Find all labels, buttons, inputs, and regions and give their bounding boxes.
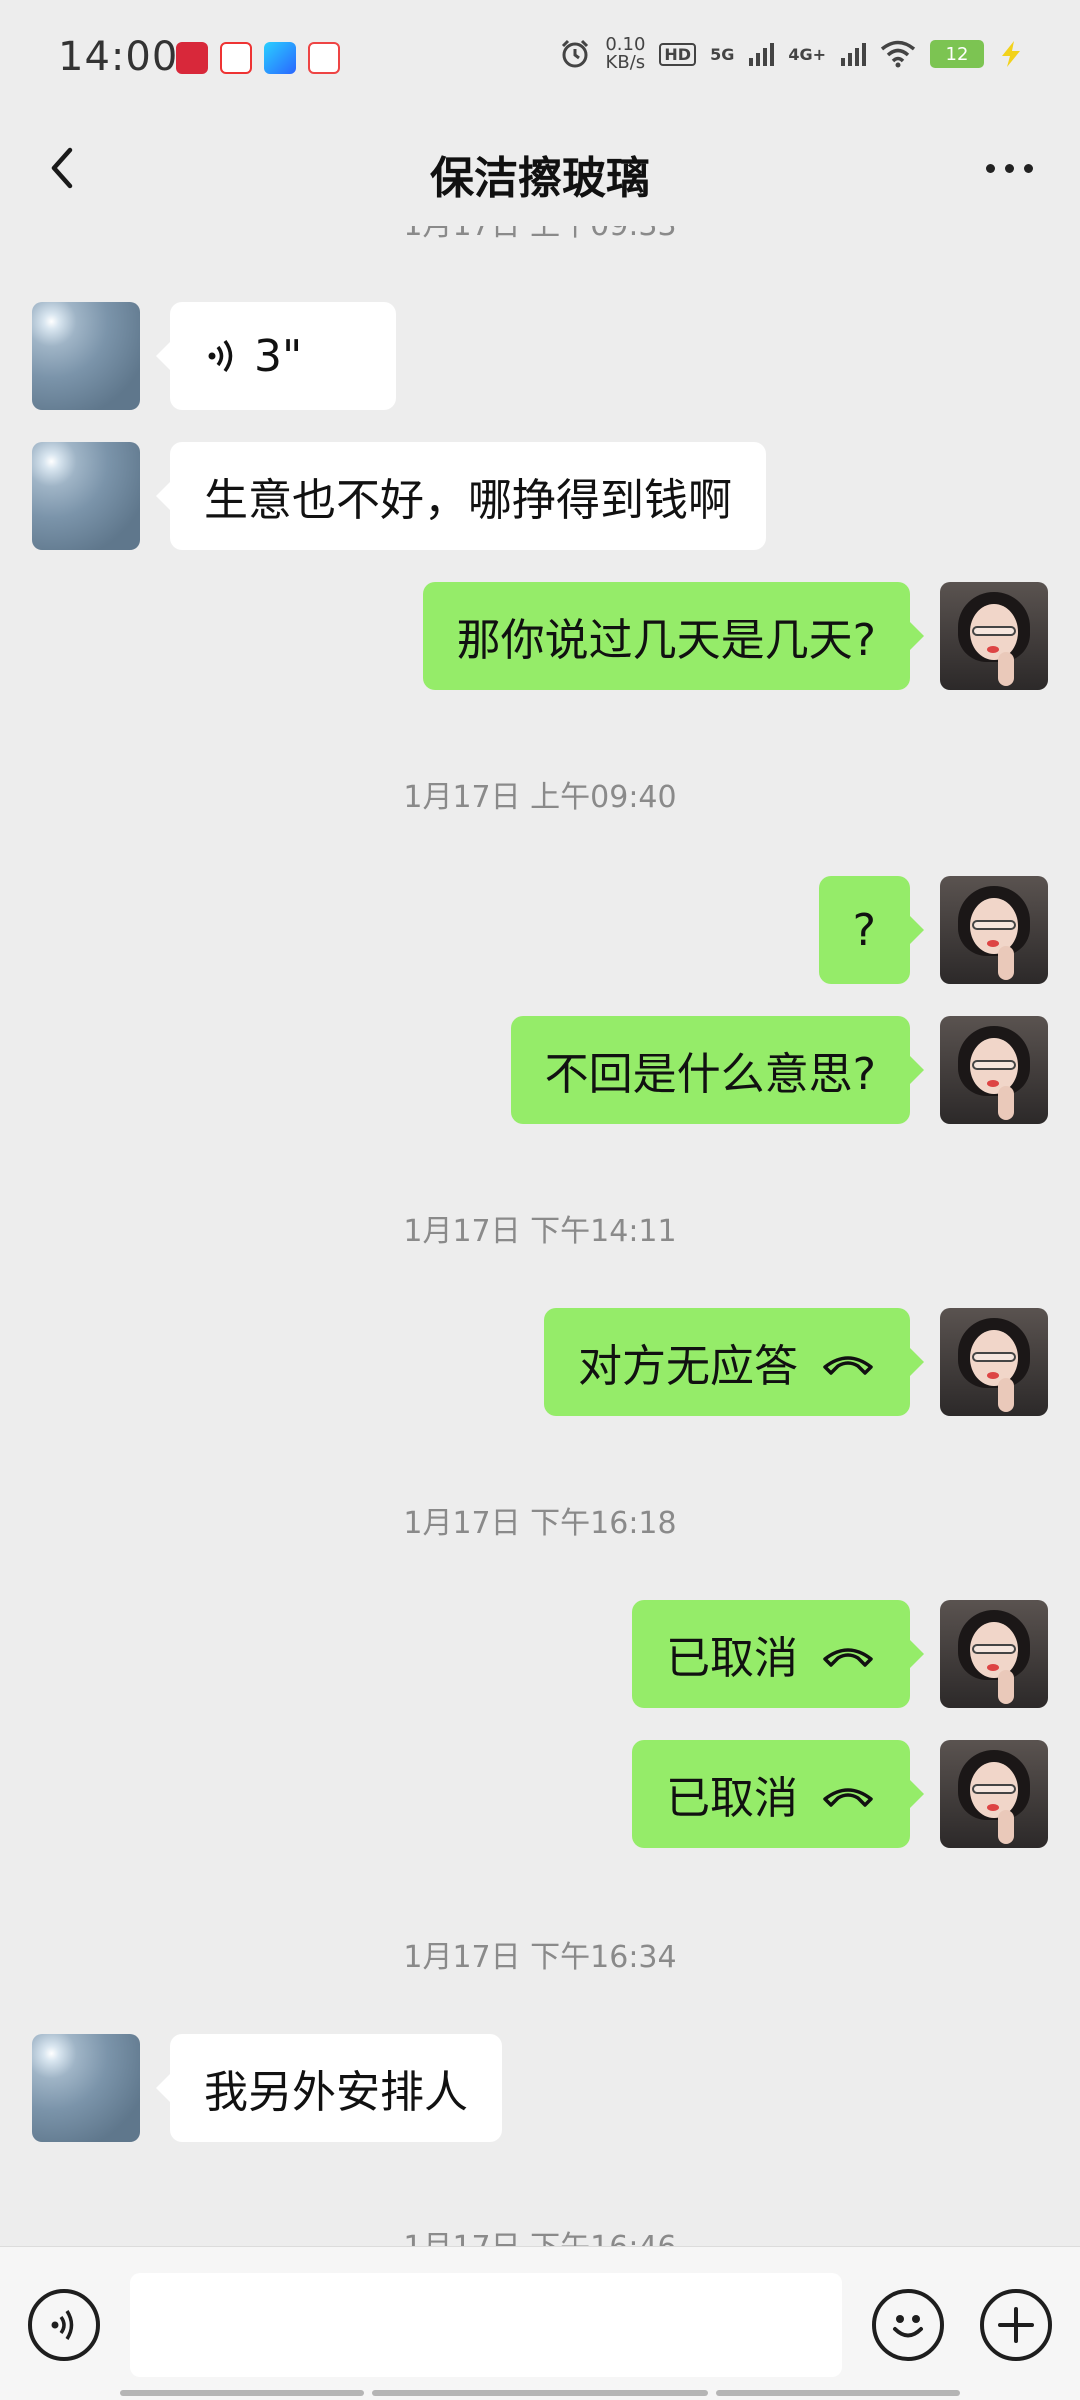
more-options-button[interactable] [974, 148, 1044, 188]
plus-icon [998, 2307, 1034, 2343]
baidu-notification-icon [220, 42, 252, 74]
more-actions-button[interactable] [980, 2289, 1052, 2361]
message-timestamp: 1月17日 下午16:18 [403, 1506, 677, 1541]
message-timestamp: 1月17日 上午09:40 [403, 780, 677, 815]
sent-message-bubble[interactable]: 那你说过几天是几天? [422, 582, 925, 690]
network-speed-unit: KB/s [605, 52, 646, 73]
gesture-navigation-bar [120, 2390, 960, 2396]
battery-indicator: 12 [930, 40, 984, 68]
my-avatar[interactable] [940, 1016, 1048, 1124]
smiley-icon [893, 2315, 923, 2338]
my-avatar[interactable] [940, 1740, 1048, 1848]
map-notification-icon [308, 42, 340, 74]
contact-avatar[interactable] [32, 442, 140, 550]
call-record-bubble[interactable]: 对方无应答 [544, 1308, 924, 1416]
sent-message-bubble[interactable]: 不回是什么意思? [510, 1016, 925, 1124]
status-bar: 14:00 0.10 KB/s HD 5G 4G+ 12 [0, 0, 1080, 118]
alarm-icon [562, 39, 589, 68]
status-indicators: 0.10 KB/s HD 5G 4G+ 12 [559, 36, 1024, 72]
my-avatar[interactable] [940, 582, 1048, 690]
voice-input-button[interactable] [28, 2289, 100, 2361]
voice-duration: 3" [254, 330, 303, 382]
status-time: 14:00 [58, 34, 179, 80]
message-timestamp: 1月17日 下午16:34 [403, 1940, 677, 1975]
charging-icon [1002, 41, 1020, 67]
more-dot-icon [1023, 163, 1033, 173]
signal-4g-label: 4G+ [788, 44, 826, 64]
message-list[interactable]: 1月17日 上午09:33 3" 生意也不好，哪挣得到钱啊 那你说过几天是几天?… [0, 226, 1080, 2246]
message-text: 那你说过几天是几天? [456, 615, 876, 666]
signal-5g-icon [749, 43, 775, 66]
chat-header: 保洁擦玻璃 [0, 118, 1080, 226]
signal-4g-icon [841, 43, 866, 66]
network-speed: 0.10 KB/s [605, 36, 645, 72]
message-text: ? [852, 904, 876, 956]
emoji-button[interactable] [872, 2289, 944, 2361]
message-text: 已取消 [666, 1773, 798, 1824]
voice-message-bubble[interactable]: 3" [156, 302, 396, 410]
voice-wave-icon [51, 2310, 74, 2340]
voice-wave-icon [208, 339, 233, 373]
signal-5g-label: 5G [710, 44, 735, 64]
notification-icons [176, 42, 340, 74]
message-text: 不回是什么意思? [544, 1049, 876, 1100]
app-notification-icon [176, 42, 208, 74]
phone-hangup-icon [823, 1356, 873, 1375]
message-timestamp: 1月17日 上午09:33 [0, 226, 1080, 244]
message-text: 已取消 [666, 1633, 798, 1684]
more-dot-icon [985, 163, 995, 173]
call-record-bubble[interactable]: 已取消 [632, 1740, 924, 1848]
contact-avatar[interactable] [32, 302, 140, 410]
my-avatar[interactable] [940, 1600, 1048, 1708]
sent-message-bubble[interactable]: ? [818, 876, 925, 984]
more-dot-icon [1004, 163, 1014, 173]
message-input[interactable] [130, 2273, 842, 2377]
my-avatar[interactable] [940, 876, 1048, 984]
call-record-bubble[interactable]: 已取消 [632, 1600, 924, 1708]
input-bar [0, 2246, 1080, 2400]
phone-hangup-icon [823, 1648, 873, 1667]
message-text: 我另外安排人 [204, 2067, 468, 2118]
received-message-bubble[interactable]: 我另外安排人 [156, 2034, 502, 2142]
chat-title: 保洁擦玻璃 [430, 153, 650, 204]
received-message-bubble[interactable]: 生意也不好，哪挣得到钱啊 [156, 442, 766, 550]
message-timestamp: 1月17日 下午14:11 [403, 1214, 677, 1249]
contact-avatar[interactable] [32, 2034, 140, 2142]
phone-hangup-icon [823, 1788, 873, 1807]
my-avatar[interactable] [940, 1308, 1048, 1416]
message-timestamp: 1月17日 下午16:46 [0, 2222, 1080, 2246]
wifi-icon [880, 40, 916, 68]
message-text: 对方无应答 [578, 1341, 798, 1392]
hd-badge: HD [659, 42, 697, 66]
video-notification-icon [264, 42, 296, 74]
message-text: 生意也不好，哪挣得到钱啊 [204, 475, 732, 526]
